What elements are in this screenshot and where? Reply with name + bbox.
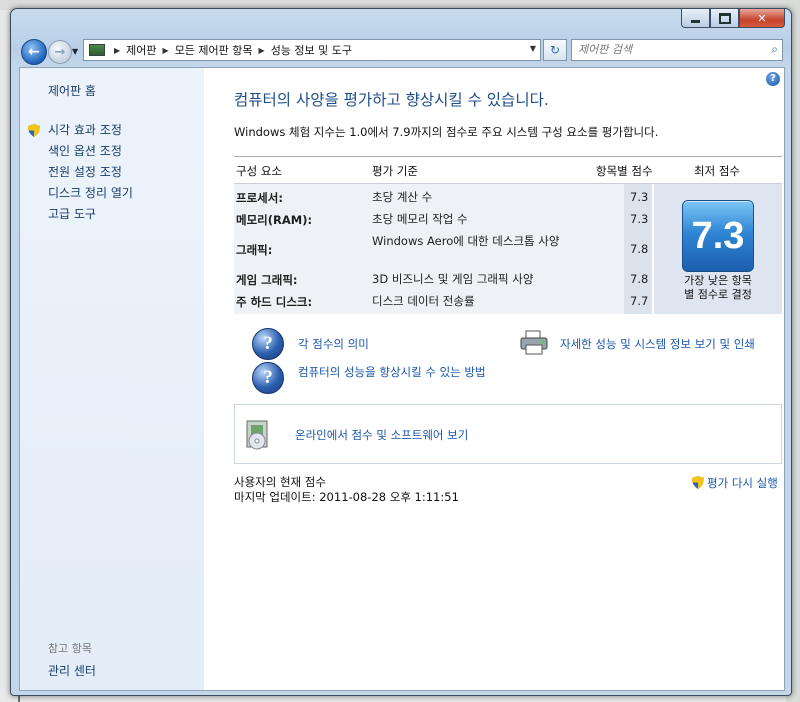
table-row: 게임 그래픽: 3D 비즈니스 및 게임 그래픽 사양 7.8 (234, 268, 652, 290)
back-button[interactable]: ← (21, 39, 47, 65)
address-bar[interactable]: ▶ 제어판 ▶ 모든 제어판 항목 ▶ 성능 정보 및 도구 ▼ (83, 39, 541, 61)
header-subscore: 항목별 점수 (596, 164, 653, 178)
breadcrumb-separator-icon: ▶ (114, 45, 121, 55)
row-criteria: Windows Aero에 대한 데스크톱 사양 (372, 234, 560, 248)
task-link-label: 디스크 정리 열기 (48, 186, 133, 200)
breadcrumb-item-all-items[interactable]: 모든 제어판 항목 (175, 42, 253, 58)
address-dropdown-icon[interactable]: ▼ (530, 44, 536, 53)
header-criteria: 평가 기준 (372, 164, 418, 178)
refresh-icon: ↻ (549, 43, 561, 57)
table-row: 주 하드 디스크: 디스크 데이터 전송률 7.7 (234, 290, 652, 312)
task-link-indexing[interactable]: 색인 옵션 조정 (28, 141, 133, 162)
task-links: 시각 효과 조정 색인 옵션 조정 전원 설정 조정 디스크 정리 열기 고급 … (28, 120, 133, 225)
base-score-caption: 가장 낮은 항목 별 점수로 결정 (654, 274, 782, 302)
table-row: 프로세서: 초당 계산 수 7.3 (234, 186, 652, 208)
rerun-assessment-label: 평가 다시 실행 (707, 476, 778, 490)
search-box: ⌕ (571, 39, 783, 61)
search-icon[interactable]: ⌕ (771, 42, 778, 57)
online-scores-box: 온라인에서 점수 및 소프트웨어 보기 (234, 404, 782, 464)
table-row: 그래픽: Windows Aero에 대한 데스크톱 사양 7.8 (234, 232, 652, 264)
control-panel-home-link[interactable]: 제어판 홈 (48, 82, 96, 99)
task-link-label: 시각 효과 조정 (48, 123, 122, 137)
online-scores-link[interactable]: 온라인에서 점수 및 소프트웨어 보기 (295, 427, 468, 443)
control-panel-icon (89, 44, 105, 56)
row-score: 7.3 (630, 212, 649, 226)
back-arrow-icon: ← (28, 44, 40, 60)
row-component: 메모리(RAM): (236, 213, 313, 227)
rerun-assessment-link[interactable]: 평가 다시 실행 (692, 474, 778, 491)
task-link-disk-cleanup[interactable]: 디스크 정리 열기 (28, 183, 133, 204)
help-question-icon: ? (252, 328, 284, 360)
base-score-caption-line: 가장 낮은 항목 (684, 274, 752, 287)
table-row: 메모리(RAM): 초당 메모리 작업 수 7.3 (234, 208, 652, 230)
table-header: 구성 요소 평가 기준 항목별 점수 최저 점수 (234, 156, 782, 184)
task-link-visual-effects[interactable]: 시각 효과 조정 (28, 120, 133, 141)
breadcrumb-separator-icon[interactable]: ▶ (163, 46, 169, 55)
task-link-label: 색인 옵션 조정 (48, 144, 122, 158)
forward-button[interactable]: → (48, 40, 72, 64)
task-link-label: 고급 도구 (48, 207, 96, 221)
row-criteria: 디스크 데이터 전송률 (372, 294, 475, 308)
last-update-label: 마지막 업데이트: 2011-08-28 오후 1:11:51 (234, 490, 459, 504)
forward-arrow-icon: → (54, 44, 66, 60)
base-score-badge: 7.3 (682, 200, 754, 272)
breadcrumb-item-performance[interactable]: 성능 정보 및 도구 (271, 42, 352, 58)
main-pane: 컴퓨터의 사양을 평가하고 향상시킬 수 있습니다. Windows 체험 지수… (216, 68, 782, 690)
row-score: 7.7 (630, 294, 649, 308)
help-question-icon: ? (252, 362, 284, 394)
printer-icon (520, 330, 548, 355)
row-component: 프로세서: (236, 191, 283, 205)
row-criteria: 3D 비즈니스 및 게임 그래픽 사양 (372, 272, 534, 286)
uac-shield-icon (28, 124, 40, 137)
task-link-advanced-tools[interactable]: 고급 도구 (28, 204, 133, 225)
caption-buttons: ✕ (681, 9, 785, 28)
close-icon: ✕ (757, 11, 767, 25)
page-description: Windows 체험 지수는 1.0에서 7.9까지의 점수로 주요 시스템 구… (234, 125, 659, 139)
header-component: 구성 요소 (236, 164, 282, 178)
table-body: 프로세서: 초당 계산 수 7.3 메모리(RAM): 초당 메모리 작업 수 … (234, 184, 782, 328)
search-input[interactable] (572, 40, 758, 58)
maximize-icon (718, 12, 731, 24)
row-criteria: 초당 계산 수 (372, 190, 433, 204)
control-panel-window: ✕ ← → ▼ ▶ 제어판 ▶ 모든 제어판 항목 ▶ 성능 정보 및 도구 ▼… (10, 8, 792, 696)
minimize-icon (691, 19, 700, 23)
task-link-power[interactable]: 전원 설정 조정 (28, 162, 133, 183)
header-base-score: 최저 점수 (694, 164, 740, 178)
base-score-panel: 7.3 가장 낮은 항목 별 점수로 결정 (654, 184, 782, 314)
navigation-bar: ← → ▼ ▶ 제어판 ▶ 모든 제어판 항목 ▶ 성능 정보 및 도구 ▼ ↻… (19, 37, 783, 65)
row-score: 7.8 (630, 242, 649, 256)
current-score-label: 사용자의 현재 점수 (234, 475, 326, 489)
content-area: 제어판 홈 시각 효과 조정 색인 옵션 조정 전원 설정 조정 디스크 정리 … (19, 67, 785, 691)
score-meaning-link[interactable]: 각 점수의 의미 (298, 336, 369, 352)
uac-shield-icon (692, 476, 704, 489)
minimize-button[interactable] (681, 9, 710, 28)
software-box-icon (246, 420, 268, 450)
close-button[interactable]: ✕ (739, 9, 785, 28)
row-criteria: 초당 메모리 작업 수 (372, 212, 468, 226)
title-bar[interactable]: ✕ (11, 9, 791, 35)
breadcrumb-item-control-panel[interactable]: 제어판 (126, 42, 156, 58)
improve-performance-link[interactable]: 컴퓨터의 성능을 향상시킬 수 있는 방법 (298, 364, 486, 380)
see-also-heading: 참고 항목 (48, 642, 92, 655)
maximize-button[interactable] (710, 9, 739, 28)
recent-pages-dropdown[interactable]: ▼ (72, 47, 78, 56)
page-title: 컴퓨터의 사양을 평가하고 향상시킬 수 있습니다. (234, 91, 549, 109)
action-center-link[interactable]: 관리 센터 (48, 662, 96, 679)
task-pane: 제어판 홈 시각 효과 조정 색인 옵션 조정 전원 설정 조정 디스크 정리 … (20, 68, 204, 690)
row-component: 그래픽: (236, 243, 273, 257)
refresh-button[interactable]: ↻ (543, 39, 567, 61)
row-component: 주 하드 디스크: (236, 295, 313, 309)
base-score-caption-line: 별 점수로 결정 (684, 288, 752, 301)
breadcrumb-separator-icon[interactable]: ▶ (259, 46, 265, 55)
task-link-label: 전원 설정 조정 (48, 165, 122, 179)
row-score: 7.8 (630, 272, 649, 286)
row-component: 게임 그래픽: (236, 273, 298, 287)
score-table: 구성 요소 평가 기준 항목별 점수 최저 점수 프로세서: 초당 계산 수 7… (234, 156, 782, 328)
row-score: 7.3 (630, 190, 649, 204)
detailed-info-link[interactable]: 자세한 성능 및 시스템 정보 보기 및 인쇄 (560, 336, 755, 352)
breadcrumb: ▶ 제어판 ▶ 모든 제어판 항목 ▶ 성능 정보 및 도구 (108, 42, 352, 58)
